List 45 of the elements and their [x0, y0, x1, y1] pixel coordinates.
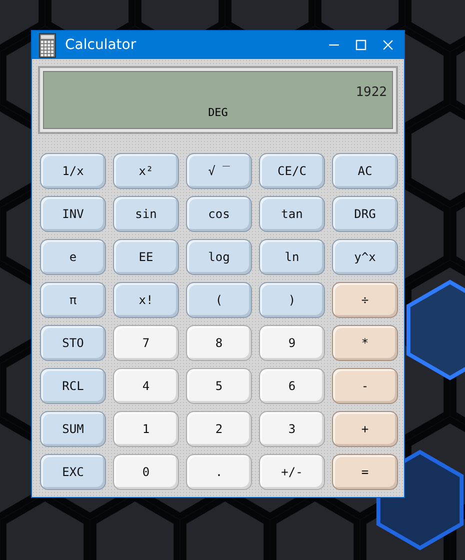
calculator-key[interactable]: tan	[259, 196, 325, 232]
calculator-key[interactable]: log	[186, 239, 252, 275]
calculator-key[interactable]: =	[332, 454, 398, 490]
calculator-key[interactable]: DRG	[332, 196, 398, 232]
calculator-key[interactable]: RCL	[40, 368, 106, 404]
calculator-key[interactable]: )	[259, 282, 325, 318]
calculator-key[interactable]: cos	[186, 196, 252, 232]
calculator-key[interactable]: -	[332, 368, 398, 404]
calculator-key[interactable]: STO	[40, 325, 106, 361]
calculator-key[interactable]: 9	[259, 325, 325, 361]
calculator-key[interactable]: (	[186, 282, 252, 318]
calculator-key[interactable]: +	[332, 411, 398, 447]
calculator-key[interactable]: 3	[259, 411, 325, 447]
calculator-key[interactable]: +/-	[259, 454, 325, 490]
calculator-key[interactable]: 4	[113, 368, 179, 404]
calculator-key[interactable]: .	[186, 454, 252, 490]
calculator-key[interactable]: x!	[113, 282, 179, 318]
calculator-key[interactable]: SUM	[40, 411, 106, 447]
calculator-key[interactable]: e	[40, 239, 106, 275]
calculator-key[interactable]: y^x	[332, 239, 398, 275]
calculator-key[interactable]: 5	[186, 368, 252, 404]
calculator-key[interactable]: π	[40, 282, 106, 318]
angle-mode: DEG	[208, 106, 228, 119]
calculator-key[interactable]: 6	[259, 368, 325, 404]
calculator-key[interactable]: EE	[113, 239, 179, 275]
calculator-key[interactable]: ln	[259, 239, 325, 275]
window-title: Calculator	[65, 37, 138, 53]
close-icon[interactable]	[382, 39, 394, 51]
calculator-key[interactable]: *	[332, 325, 398, 361]
maximize-icon[interactable]	[355, 39, 367, 51]
calculator-key[interactable]: 2	[186, 411, 252, 447]
calculator-key[interactable]: 8	[186, 325, 252, 361]
calculator-key[interactable]: sin	[113, 196, 179, 232]
calculator-key[interactable]: ÷	[332, 282, 398, 318]
calculator-key[interactable]: INV	[40, 196, 106, 232]
calculator-key[interactable]: 1/x	[40, 153, 106, 189]
calculator-key[interactable]: AC	[332, 153, 398, 189]
calculator-key[interactable]: √ ‾	[186, 153, 252, 189]
calculator-key[interactable]: 0	[113, 454, 179, 490]
calculator-key[interactable]: CE/C	[259, 153, 325, 189]
calculator-key[interactable]: 7	[113, 325, 179, 361]
display-value: 1922	[356, 85, 387, 100]
calculator-key[interactable]: 1	[113, 411, 179, 447]
calculator-key[interactable]: x²	[113, 153, 179, 189]
calculator-key[interactable]: EXC	[40, 454, 106, 490]
